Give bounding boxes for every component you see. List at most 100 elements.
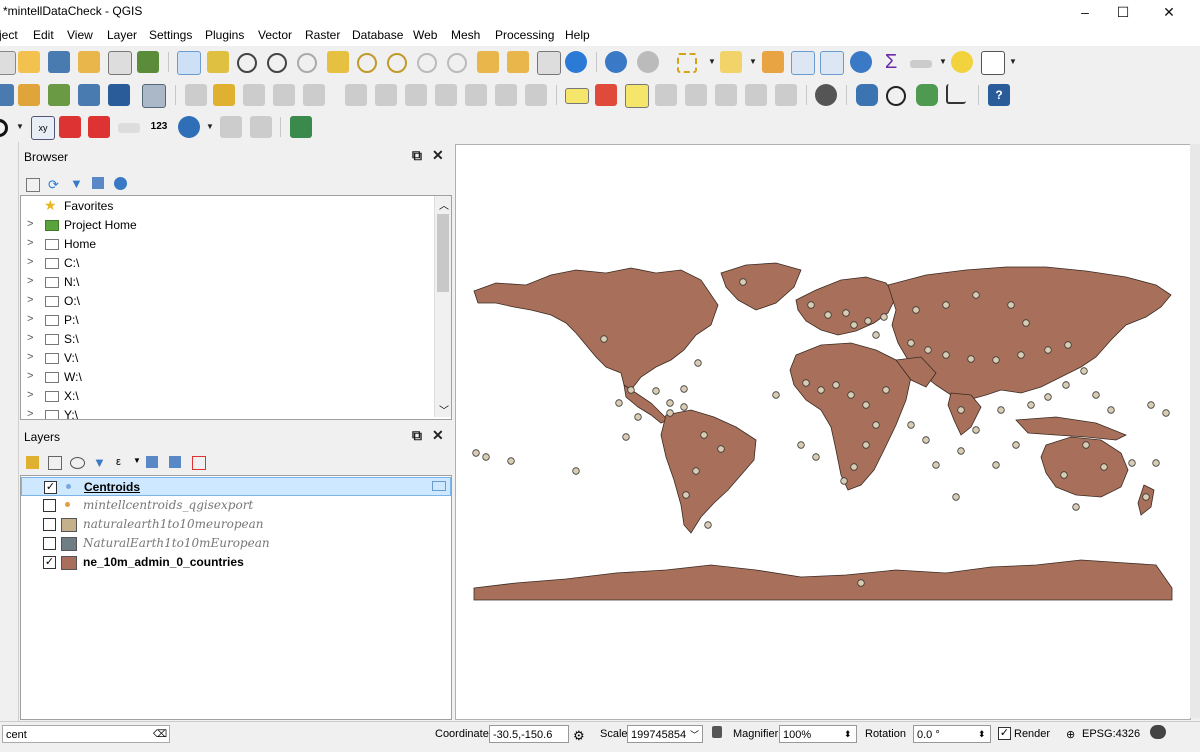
style-manager-icon[interactable]	[137, 51, 159, 73]
menu-vector[interactable]: Vector	[258, 28, 292, 42]
delete-icon[interactable]	[375, 84, 397, 106]
layers-plugin-icon[interactable]	[916, 84, 938, 106]
magnifier-value[interactable]: 100%	[783, 729, 811, 741]
remove-layer-icon[interactable]	[192, 456, 206, 470]
virtual-layer-icon[interactable]	[142, 84, 166, 108]
spinner-icon[interactable]: ⬍	[978, 725, 986, 743]
lock-icon[interactable]	[712, 726, 722, 738]
browser-item-drive[interactable]: > N:\	[21, 273, 451, 292]
label-rotate-icon[interactable]	[715, 84, 737, 106]
modify-attr-icon[interactable]	[345, 84, 367, 106]
menu-edit[interactable]: Edit	[33, 28, 54, 42]
browser-item-drive[interactable]: > P:\	[21, 311, 451, 330]
float-icon[interactable]: ⧉	[412, 147, 422, 164]
shape-dropdown[interactable]: ▼	[206, 122, 214, 131]
select-dropdown[interactable]: ▼	[708, 57, 716, 66]
magnifier-field[interactable]: 100% ⬍	[779, 725, 857, 743]
save-project-icon[interactable]	[48, 51, 70, 73]
menu-settings[interactable]: Settings	[149, 28, 192, 42]
layer-checkbox[interactable]	[43, 499, 56, 512]
rotation-value[interactable]: 0.0 °	[917, 729, 940, 741]
action-icon[interactable]	[637, 51, 659, 73]
browser-item-drive[interactable]: > Y:\	[21, 406, 451, 419]
scale-field[interactable]: 199745854 ﹀	[627, 725, 703, 743]
crs-globe-icon[interactable]: ⊕	[1066, 728, 1075, 741]
statistics-icon[interactable]	[820, 51, 844, 75]
rotation-field[interactable]: 0.0 ° ⬍	[913, 725, 991, 743]
help-icon[interactable]: ?	[988, 84, 1010, 106]
search-input[interactable]: cent	[6, 729, 27, 741]
zoom-rubber-icon[interactable]	[297, 53, 317, 73]
label-change-icon[interactable]	[745, 84, 767, 106]
open-project-icon[interactable]	[18, 51, 40, 73]
circle-icon[interactable]	[0, 119, 8, 137]
expand-icon[interactable]	[146, 456, 158, 468]
layer-checkbox[interactable]: ✓	[44, 481, 57, 494]
browser-item-drive[interactable]: > C:\	[21, 254, 451, 273]
numbers-icon[interactable]: 123	[148, 116, 170, 138]
chevron-down-icon[interactable]: ﹀	[439, 402, 449, 417]
browser-item-drive[interactable]: > X:\	[21, 387, 451, 406]
menu-plugins[interactable]: Plugins	[205, 28, 244, 42]
globe-icon[interactable]	[815, 84, 837, 106]
browser-item-home[interactable]: > Home	[21, 235, 451, 254]
pan-to-selection-icon[interactable]	[207, 51, 229, 73]
filter-indicator-icon[interactable]	[432, 481, 446, 491]
save-as-icon[interactable]	[78, 51, 100, 73]
menu-raster[interactable]: Raster	[305, 28, 340, 42]
attribute-table-icon[interactable]	[791, 51, 815, 75]
label-move-icon[interactable]	[685, 84, 707, 106]
bookmark-icon[interactable]	[537, 51, 561, 75]
expression-filter-icon[interactable]: ε	[116, 456, 121, 468]
layer-item[interactable]: ✓ ne_10m_admin_0_countries	[21, 553, 451, 572]
chevron-right-icon[interactable]: >	[27, 389, 33, 401]
coordinate-value[interactable]: -30.5,-150.6	[493, 729, 552, 741]
refresh-icon[interactable]	[565, 51, 587, 73]
vertex-tool-icon[interactable]	[303, 84, 325, 106]
cut-icon[interactable]	[405, 84, 427, 106]
add-group-icon[interactable]	[48, 456, 62, 470]
chevron-right-icon[interactable]: >	[27, 275, 33, 287]
scale-value[interactable]: 199745854	[631, 729, 686, 741]
layer-item[interactable]: ✓ Centroids	[21, 477, 451, 496]
network-icon[interactable]	[886, 86, 906, 106]
select-attr-dropdown[interactable]: ▼	[749, 57, 757, 66]
menu-database[interactable]: Database	[352, 28, 403, 42]
filter-icon[interactable]: ▼	[93, 455, 106, 470]
browser-item-drive[interactable]: > W:\	[21, 368, 451, 387]
coordinate-field[interactable]: -30.5,-150.6	[489, 725, 569, 743]
close-icon[interactable]: ✕	[432, 427, 444, 444]
node-tool-icon[interactable]	[220, 116, 242, 138]
add-layer-icon[interactable]	[0, 84, 14, 106]
label-pin-icon[interactable]	[625, 84, 649, 108]
close-button[interactable]: ✕	[1146, 0, 1192, 26]
browser-item-favorites[interactable]: ★ Favorites	[21, 197, 451, 216]
undo-icon[interactable]	[495, 84, 517, 106]
toggle-extents-icon[interactable]: ⚙	[573, 728, 585, 744]
layer-checkbox[interactable]	[43, 518, 56, 531]
add-grid-icon[interactable]	[290, 116, 312, 138]
db-icon[interactable]	[108, 84, 130, 106]
pan-icon[interactable]	[177, 51, 201, 75]
print-layout-icon[interactable]	[108, 51, 132, 75]
add-feature-icon[interactable]	[273, 84, 295, 106]
scroll-thumb[interactable]	[437, 214, 449, 292]
zoom-full-icon[interactable]	[327, 51, 349, 73]
refresh-icon[interactable]: ⟳	[48, 177, 59, 193]
close-icon[interactable]: ✕	[432, 147, 444, 164]
layer-item[interactable]: naturalearth1to10meuropean	[21, 515, 451, 534]
filter-icon[interactable]: ▼	[70, 176, 83, 191]
add-selected-icon[interactable]	[26, 178, 40, 192]
map-tips-icon[interactable]	[951, 51, 973, 73]
chevron-right-icon[interactable]: >	[27, 256, 33, 268]
digitize-icon[interactable]	[48, 84, 70, 106]
messages-icon[interactable]	[1150, 725, 1166, 739]
zoom-layer-icon[interactable]	[387, 53, 407, 73]
filter-dropdown[interactable]: ▼	[133, 456, 141, 465]
collapse-icon[interactable]	[169, 456, 181, 468]
zoom-last-icon[interactable]	[417, 53, 437, 73]
zoom-in-icon[interactable]	[237, 53, 257, 73]
python-icon[interactable]	[856, 84, 878, 106]
layer-item[interactable]: mintellcentroids_qgisexport	[21, 496, 451, 515]
shape-icon[interactable]	[178, 116, 200, 138]
